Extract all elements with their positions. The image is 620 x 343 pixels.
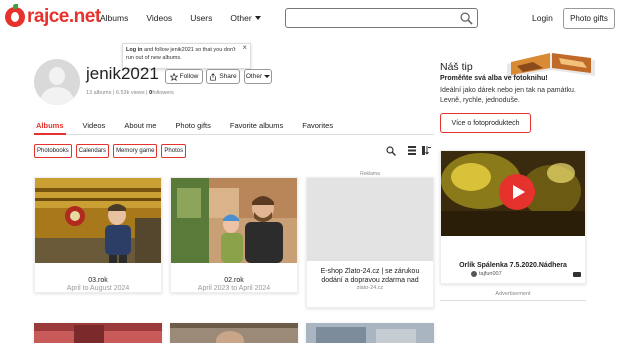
ad-card[interactable]: E-shop Zlato-24.cz | se zárukou dodání a… bbox=[306, 177, 434, 308]
tab-favorites[interactable]: Favorites bbox=[300, 121, 335, 135]
tab-favorite-albums[interactable]: Favorite albums bbox=[228, 121, 285, 135]
album-dates: April 2023 to April 2024 bbox=[197, 285, 271, 292]
play-icon[interactable] bbox=[499, 174, 535, 210]
login-link[interactable]: Login bbox=[532, 13, 553, 23]
album-card[interactable] bbox=[34, 323, 162, 343]
advertisement-label: Advertisement bbox=[495, 291, 531, 297]
album-card[interactable] bbox=[306, 323, 434, 343]
ad-source: zlato-24.cz bbox=[356, 285, 384, 291]
sort-icon[interactable] bbox=[422, 146, 431, 155]
avatar bbox=[34, 59, 80, 105]
follow-button[interactable]: Follow bbox=[165, 69, 203, 84]
search-box bbox=[285, 8, 478, 28]
video-user[interactable]: tajfun007 bbox=[471, 271, 502, 277]
album-thumbnail bbox=[171, 178, 297, 263]
top-header: rajce.net Albums Videos Users Other Logi… bbox=[0, 0, 620, 38]
tab-videos[interactable]: Videos bbox=[81, 121, 108, 135]
filter-photos[interactable]: Photos bbox=[161, 144, 187, 158]
tip-lead: Proměňte svá alba ve fotoknihu! bbox=[440, 75, 548, 82]
albums-count: 13 albums bbox=[86, 90, 112, 96]
profile-tabs: Albums Videos About me Photo gifts Favor… bbox=[34, 121, 434, 135]
album-dates: April to August 2024 bbox=[66, 285, 130, 292]
album-title: 02.rok bbox=[224, 277, 244, 284]
follow-label: Follow bbox=[179, 73, 199, 80]
logo-text: rajce.net bbox=[27, 6, 101, 27]
caret-down-icon bbox=[254, 16, 261, 20]
video-username: tajfun007 bbox=[479, 271, 502, 277]
video-title: Orlík Spálenka 7.5.2020.Nádhera bbox=[459, 262, 567, 269]
share-button[interactable]: Share bbox=[206, 69, 240, 84]
divider bbox=[440, 300, 586, 301]
album-card[interactable]: 02.rok April 2023 to April 2024 bbox=[170, 177, 298, 293]
filter-photobooks[interactable]: Photobooks bbox=[34, 144, 72, 158]
tab-about-me[interactable]: About me bbox=[122, 121, 158, 135]
photo-products-button[interactable]: Více o fotoproduktech bbox=[440, 113, 531, 133]
nav-videos[interactable]: Videos bbox=[146, 13, 172, 23]
search-input[interactable] bbox=[286, 10, 456, 28]
ad-title: E-shop Zlato-24.cz | se zárukou dodání a… bbox=[320, 268, 420, 284]
album-card[interactable] bbox=[170, 323, 298, 343]
share-icon bbox=[210, 72, 217, 81]
nav-other[interactable]: Other bbox=[230, 13, 261, 23]
tip-text: Ideální jako dárek nebo jen tak na památ… bbox=[440, 87, 576, 104]
tip-title: Náš tip bbox=[440, 61, 473, 73]
close-icon[interactable]: × bbox=[242, 44, 247, 52]
nav-albums[interactable]: Albums bbox=[100, 13, 128, 23]
logo[interactable]: rajce.net bbox=[5, 4, 101, 28]
search-icon[interactable] bbox=[386, 146, 396, 156]
other-label: Other bbox=[245, 73, 263, 80]
ad-image-placeholder bbox=[307, 178, 433, 261]
share-label: Share bbox=[219, 73, 237, 80]
nav-other-label: Other bbox=[230, 13, 252, 23]
album-thumbnail bbox=[35, 178, 161, 263]
profile-username: jenik2021 bbox=[86, 64, 159, 83]
main-nav: Albums Videos Users Other bbox=[100, 13, 279, 23]
filter-calendars[interactable]: Calendars bbox=[75, 144, 110, 158]
video-thumbnail bbox=[441, 151, 585, 236]
video-card[interactable]: Orlík Spálenka 7.5.2020.Nádhera tajfun00… bbox=[440, 150, 586, 284]
album-title: 03.rok bbox=[88, 277, 108, 284]
tomato-logo-icon bbox=[5, 4, 25, 27]
tooltip-text: and follow jenik2021 so that you don't r… bbox=[126, 47, 236, 61]
other-button[interactable]: Other bbox=[244, 69, 272, 84]
album-filters: Photobooks Calendars Memory game Photos bbox=[34, 144, 187, 158]
tab-albums[interactable]: Albums bbox=[34, 121, 66, 135]
followers-label: followers bbox=[152, 90, 174, 96]
tooltip-login-link[interactable]: Log in bbox=[126, 47, 143, 53]
filter-memory-game[interactable]: Memory game bbox=[113, 144, 158, 158]
star-icon bbox=[169, 72, 178, 81]
photo-gifts-button[interactable]: Photo gifts bbox=[563, 8, 615, 29]
views-count: 6.53k views bbox=[115, 90, 145, 96]
photobook-image bbox=[507, 53, 595, 78]
album-card[interactable]: 03.rok April to August 2024 bbox=[34, 177, 162, 293]
video-camera-icon bbox=[573, 272, 581, 277]
user-avatar-icon bbox=[471, 271, 477, 277]
search-icon[interactable] bbox=[460, 12, 473, 25]
tab-photo-gifts[interactable]: Photo gifts bbox=[173, 121, 212, 135]
profile-stats: 13 albums | 6.53k views | 0followers bbox=[86, 90, 174, 96]
caret-down-icon bbox=[264, 75, 271, 78]
list-view-icon[interactable] bbox=[408, 146, 416, 155]
nav-users[interactable]: Users bbox=[190, 13, 212, 23]
